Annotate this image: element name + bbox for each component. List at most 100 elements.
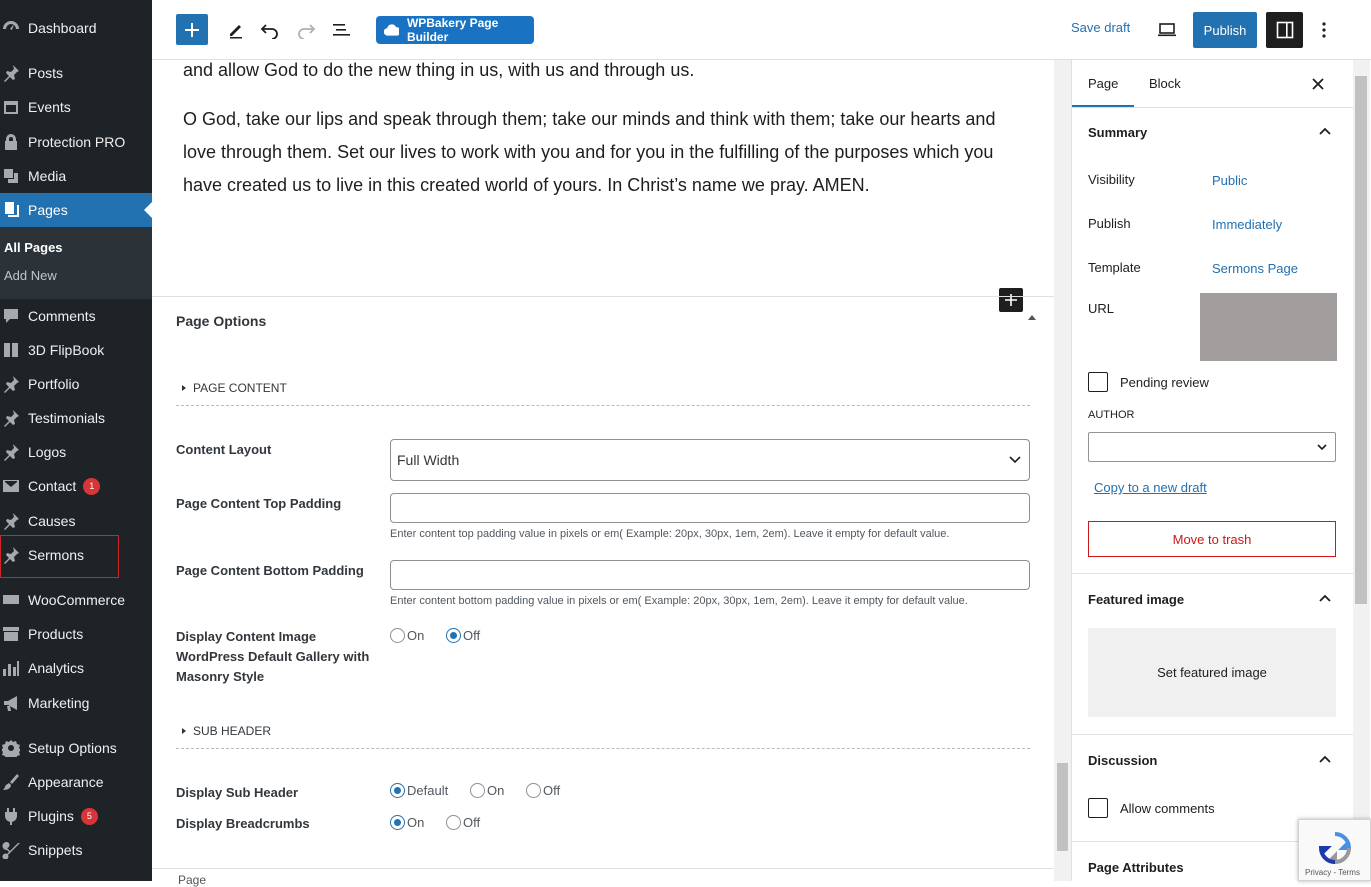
- sidebar-item-marketing[interactable]: Marketing: [0, 686, 152, 720]
- breadcrumbs-label: Display Breadcrumbs: [176, 816, 310, 831]
- breadcrumbs-on-radio[interactable]: On: [390, 815, 424, 830]
- radio-circle-selected: [390, 783, 405, 798]
- sidebar-item-testimonials[interactable]: Testimonials: [0, 401, 152, 435]
- add-block-button[interactable]: [176, 14, 208, 45]
- chevron-up-icon[interactable]: [1318, 593, 1332, 603]
- section-page-content[interactable]: PAGE CONTENT: [176, 381, 1030, 406]
- sidebar-item-plugins[interactable]: Plugins 5: [0, 799, 152, 833]
- edit-tool-button[interactable]: [222, 16, 250, 44]
- top-padding-input[interactable]: [390, 493, 1030, 523]
- move-to-trash-button[interactable]: Move to trash: [1088, 521, 1336, 557]
- submenu-all-pages[interactable]: All Pages: [4, 240, 63, 255]
- sidebar-item-snippets[interactable]: Snippets: [0, 833, 152, 867]
- summary-heading[interactable]: Summary: [1088, 125, 1147, 140]
- paragraph-block[interactable]: and allow God to do the new thing in us,…: [183, 60, 1023, 87]
- sidebar-item-setup-options[interactable]: Setup Options: [0, 731, 152, 765]
- sidebar-item-label: Plugins: [28, 808, 74, 824]
- sidebar-item-logos[interactable]: Logos: [0, 435, 152, 469]
- page-attributes-heading[interactable]: Page Attributes: [1088, 860, 1184, 875]
- sidebar-item-media[interactable]: Media: [0, 159, 152, 193]
- settings-sidebar: Page Block Summary Visibility Public Pub…: [1071, 60, 1353, 881]
- chevron-up-icon[interactable]: [1318, 754, 1332, 764]
- save-draft-button[interactable]: Save draft: [1071, 20, 1130, 35]
- sub-header-default-radio[interactable]: Default: [390, 783, 448, 798]
- top-padding-label: Page Content Top Padding: [176, 496, 342, 511]
- panel-scroll-thumb[interactable]: [1355, 76, 1367, 604]
- publish-date-button[interactable]: Immediately: [1212, 217, 1282, 232]
- chevron-up-icon[interactable]: [1318, 126, 1332, 136]
- recaptcha-badge[interactable]: Privacy - Terms: [1298, 819, 1371, 881]
- pages-icon: [0, 193, 28, 227]
- copy-to-draft-link[interactable]: Copy to a new draft: [1094, 480, 1207, 495]
- gallery-off-radio[interactable]: Off: [446, 628, 480, 643]
- sidebar-item-contact[interactable]: Contact 1: [0, 469, 152, 503]
- sidebar-item-label: Testimonials: [28, 410, 106, 426]
- section-sub-header[interactable]: SUB HEADER: [176, 724, 1030, 749]
- paragraph-block[interactable]: O God, take our lips and speak through t…: [183, 103, 1023, 202]
- tab-page[interactable]: Page: [1088, 76, 1118, 91]
- sidebar-item-protection-pro[interactable]: Protection PRO: [0, 125, 152, 159]
- sermons-highlight-box: [0, 535, 119, 578]
- discussion-heading[interactable]: Discussion: [1088, 753, 1157, 768]
- sidebar-item-dashboard[interactable]: Dashboard: [0, 11, 152, 45]
- pending-review-checkbox[interactable]: [1088, 372, 1108, 392]
- bottom-padding-input[interactable]: [390, 560, 1030, 590]
- dashboard-icon: [0, 11, 28, 45]
- editor-scroll-thumb[interactable]: [1057, 763, 1068, 851]
- featured-image-heading[interactable]: Featured image: [1088, 592, 1184, 607]
- content-layout-select[interactable]: Full Width: [390, 439, 1030, 481]
- radio-circle: [526, 783, 541, 798]
- gallery-masonry-label: Display Content Image WordPress Default …: [176, 629, 370, 684]
- preview-button[interactable]: [1153, 16, 1181, 44]
- sidebar-item-appearance[interactable]: Appearance: [0, 765, 152, 799]
- options-menu-button[interactable]: [1312, 16, 1336, 44]
- sidebar-item-woocommerce[interactable]: WooCommerce: [0, 583, 152, 617]
- collapse-caret-icon[interactable]: [1028, 315, 1036, 320]
- laptop-icon: [1158, 23, 1176, 37]
- sub-header-off-radio[interactable]: Off: [526, 783, 560, 798]
- sub-header-on-radio[interactable]: On: [470, 783, 504, 798]
- sidebar-item-causes[interactable]: Causes: [0, 504, 152, 538]
- visibility-value-button[interactable]: Public: [1212, 173, 1247, 188]
- allow-comments-checkbox[interactable]: [1088, 798, 1108, 818]
- radio-circle: [390, 628, 405, 643]
- more-vertical-icon: [1322, 22, 1326, 38]
- sidebar-toggle-icon: [1276, 21, 1293, 39]
- sidebar-item-events[interactable]: Events: [0, 90, 152, 124]
- gallery-on-radio[interactable]: On: [390, 628, 424, 643]
- redo-button[interactable]: [292, 16, 320, 44]
- author-select[interactable]: [1088, 432, 1336, 462]
- undo-button[interactable]: [256, 16, 284, 44]
- radio-circle-selected: [390, 815, 405, 830]
- wpbakery-button[interactable]: WPBakery Page Builder: [376, 16, 534, 44]
- sidebar-item-label: Analytics: [28, 660, 85, 676]
- sidebar-item-pages[interactable]: Pages: [0, 193, 152, 227]
- sidebar-item-analytics[interactable]: Analytics: [0, 651, 152, 685]
- wpbakery-label: WPBakery Page Builder: [406, 16, 499, 44]
- sidebar-item-posts[interactable]: Posts: [0, 56, 152, 90]
- panel-scrollbar[interactable]: [1353, 60, 1370, 881]
- settings-toggle-button[interactable]: [1266, 12, 1303, 48]
- radio-label: Default: [407, 783, 449, 798]
- tab-block[interactable]: Block: [1149, 76, 1181, 91]
- breadcrumbs-off-radio[interactable]: Off: [446, 815, 480, 830]
- pin-icon: [0, 401, 28, 435]
- sidebar-item-comments[interactable]: Comments: [0, 299, 152, 333]
- set-featured-image-button[interactable]: Set featured image: [1088, 628, 1336, 717]
- sub-header-label: Display Sub Header: [176, 785, 299, 800]
- editor-scrollbar[interactable]: [1054, 60, 1071, 881]
- submenu-add-new[interactable]: Add New: [4, 268, 57, 283]
- section-label: SUB HEADER: [193, 724, 272, 738]
- bottom-padding-label: Page Content Bottom Padding: [176, 563, 364, 578]
- sidebar-item-portfolio[interactable]: Portfolio: [0, 367, 152, 401]
- publish-button[interactable]: Publish: [1193, 12, 1257, 48]
- document-overview-button[interactable]: [328, 16, 356, 44]
- close-panel-button[interactable]: [1312, 74, 1324, 95]
- sidebar-item-3d-flipbook[interactable]: 3D FlipBook: [0, 333, 152, 367]
- template-button[interactable]: Sermons Page: [1212, 261, 1298, 276]
- pin-icon: [0, 367, 28, 401]
- recaptcha-terms[interactable]: Privacy - Terms: [1305, 868, 1360, 877]
- sidebar-item-products[interactable]: Products: [0, 617, 152, 651]
- radio-label: On: [407, 815, 425, 830]
- url-redacted-box: [1200, 293, 1337, 361]
